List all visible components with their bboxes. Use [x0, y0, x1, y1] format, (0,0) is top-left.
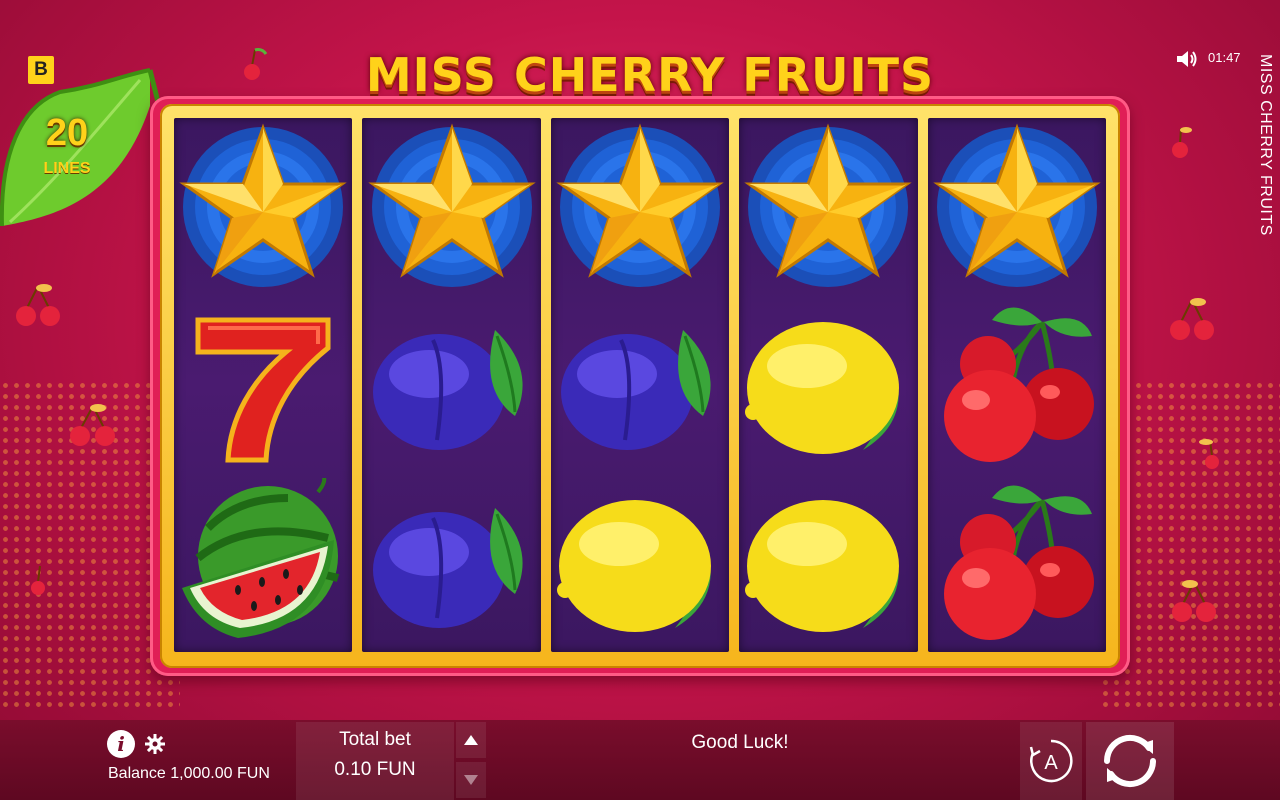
lines-label: LINES — [43, 160, 91, 177]
seven-symbol-icon — [174, 296, 352, 474]
watermelon-symbol-icon — [174, 474, 352, 652]
spin-icon — [1103, 734, 1157, 788]
cherry-decoration-icon — [1172, 580, 1216, 622]
side-game-title: MISS CHERRY FRUITS — [1257, 54, 1274, 236]
cherry-decoration-icon — [1199, 439, 1219, 469]
star-symbol-icon — [362, 118, 540, 296]
reels-area — [174, 118, 1107, 652]
autoplay-icon: A — [1029, 739, 1073, 783]
reel-1 — [174, 118, 353, 652]
gear-icon[interactable] — [144, 733, 166, 755]
lemon-symbol-icon — [739, 474, 917, 652]
total-bet-value: 0.10 FUN — [334, 759, 416, 780]
plum-symbol-icon — [551, 296, 729, 474]
clock: 01:47 — [1208, 50, 1241, 65]
spin-button[interactable] — [1086, 722, 1174, 800]
star-symbol-icon — [551, 118, 729, 296]
arrow-up-icon — [464, 735, 478, 745]
star-symbol-icon — [928, 118, 1106, 296]
bet-increase-button[interactable] — [456, 722, 486, 758]
cherry-decoration-icon — [31, 565, 45, 595]
total-bet-label: Total bet — [339, 729, 411, 750]
star-symbol-icon — [174, 118, 352, 296]
cherry-decoration-icon — [244, 48, 268, 80]
plum-symbol-icon — [362, 296, 540, 474]
reel-5 — [927, 118, 1107, 652]
info-icon[interactable]: i — [107, 730, 135, 758]
lemon-symbol-icon — [739, 296, 917, 474]
cherry-decoration-icon — [16, 284, 60, 326]
cherry-symbol-icon — [928, 296, 1106, 474]
reel-4 — [739, 118, 918, 652]
lines-count: 20 — [45, 112, 89, 154]
status-message: Good Luck! — [691, 732, 789, 753]
cherry-symbol-icon — [928, 474, 1106, 652]
cherry-decoration-icon — [1170, 298, 1214, 340]
autoplay-button[interactable]: A — [1020, 722, 1082, 800]
bet-decrease-button[interactable] — [456, 762, 486, 798]
autoplay-label: A — [1044, 752, 1058, 774]
balance: Balance 1,000.00 FUN — [108, 765, 270, 782]
speaker-icon[interactable] — [1176, 50, 1198, 68]
plum-symbol-icon — [362, 474, 540, 652]
arrow-down-icon — [464, 775, 478, 785]
star-symbol-icon — [739, 118, 917, 296]
reel-3 — [550, 118, 730, 652]
total-bet-panel: Total bet 0.10 FUN — [296, 722, 454, 800]
cherry-decoration-icon — [1172, 127, 1192, 158]
reel-2 — [362, 118, 541, 652]
cherry-decoration-icon — [70, 404, 115, 446]
lemon-symbol-icon — [551, 474, 729, 652]
